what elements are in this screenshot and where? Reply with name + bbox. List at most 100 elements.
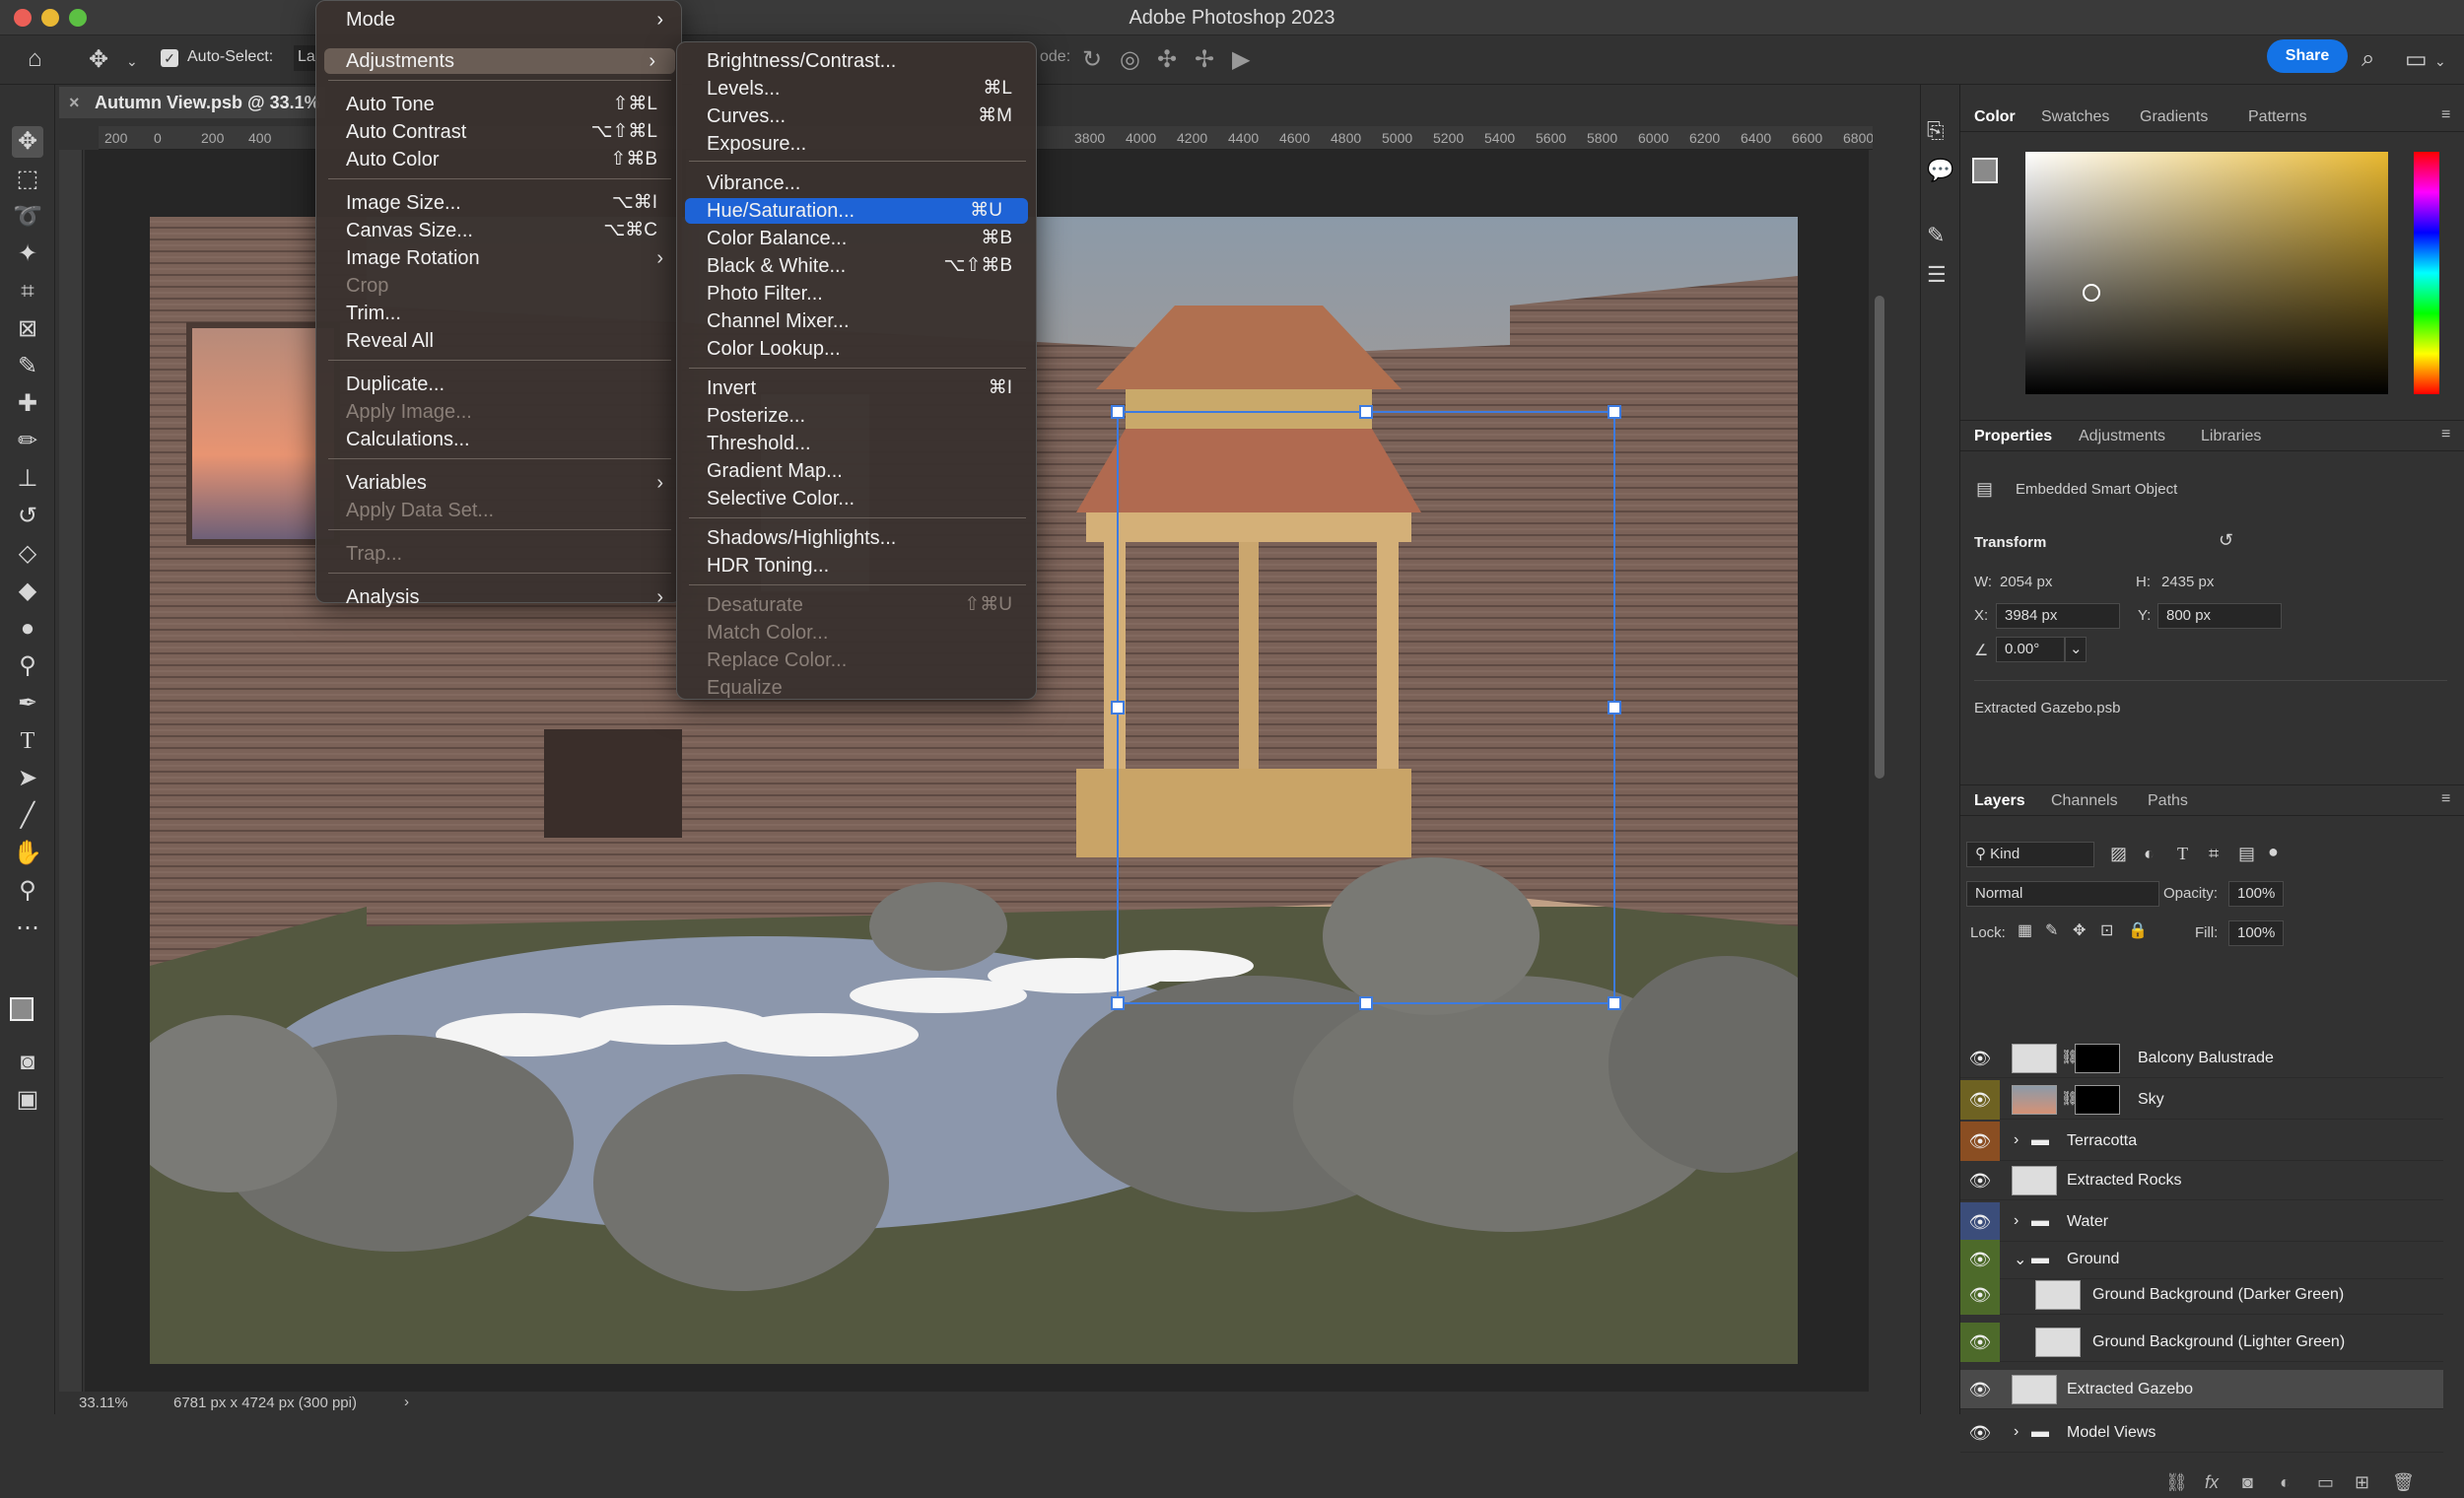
- layer-row[interactable]: 👁 › ▬ Terracotta: [1960, 1122, 2443, 1161]
- history-panel-icon[interactable]: ⎘: [1927, 118, 1945, 144]
- layer-style-icon[interactable]: fx: [2205, 1472, 2219, 1493]
- adjustment-filter-icon[interactable]: ◐: [2144, 844, 2155, 864]
- comments-panel-icon[interactable]: 💬: [1927, 158, 1953, 183]
- image-menu-item[interactable]: Reveal All: [316, 328, 683, 354]
- home-icon[interactable]: ⌂: [28, 45, 42, 73]
- vertical-scrollbar[interactable]: [1875, 296, 1884, 779]
- image-menu-item[interactable]: Trim...: [316, 301, 683, 326]
- smart-filter-icon[interactable]: ▤: [2238, 844, 2255, 864]
- angle-field[interactable]: 0.00°: [1996, 637, 2065, 662]
- eyedropper-tool-icon[interactable]: ✎: [12, 351, 43, 382]
- adjustments-menu-item[interactable]: Color Lookup...: [677, 336, 1038, 362]
- lock-all-icon[interactable]: 🔒: [2128, 920, 2148, 940]
- layer-thumbnail[interactable]: [2012, 1375, 2057, 1404]
- visibility-eye-icon[interactable]: 👁: [1960, 1323, 2000, 1362]
- layer-row[interactable]: 👁 › ▬ Model Views: [1960, 1413, 2443, 1453]
- tab-libraries[interactable]: Libraries: [2201, 428, 2261, 445]
- image-menu-item[interactable]: Duplicate...: [316, 372, 683, 397]
- move-tool-icon[interactable]: ✥: [12, 126, 43, 158]
- 3d-pan-icon[interactable]: ✣: [1157, 45, 1177, 74]
- blend-mode-dropdown[interactable]: Normal: [1966, 881, 2159, 907]
- type-filter-icon[interactable]: T: [2177, 844, 2188, 864]
- hue-slider[interactable]: [2414, 152, 2439, 394]
- layer-mask-thumbnail[interactable]: [2075, 1085, 2120, 1115]
- layer-row[interactable]: 👁 Ground Background (Darker Green): [1960, 1275, 2443, 1315]
- filter-toggle-icon[interactable]: ●: [2268, 842, 2279, 862]
- new-layer-icon[interactable]: ⊞: [2355, 1472, 2369, 1493]
- tab-channels[interactable]: Channels: [2051, 792, 2118, 810]
- hand-tool-icon[interactable]: ✋: [12, 838, 43, 869]
- layer-row[interactable]: 👁 ⛓ Balcony Balustrade: [1960, 1039, 2443, 1078]
- layer-row[interactable]: 👁 Extracted Gazebo: [1960, 1370, 2443, 1409]
- adjustments-menu-item[interactable]: Selective Color...: [677, 486, 1038, 511]
- tab-properties[interactable]: Properties: [1974, 428, 2052, 445]
- adjustments-menu-item[interactable]: Exposure...: [677, 131, 1038, 157]
- path-selection-tool-icon[interactable]: ➤: [12, 763, 43, 794]
- adjustments-menu-item[interactable]: Photo Filter...: [677, 281, 1038, 306]
- opacity-field[interactable]: 100%: [2228, 881, 2284, 907]
- lock-position-icon[interactable]: ✥: [2073, 920, 2086, 940]
- tab-swatches[interactable]: Swatches: [2041, 108, 2109, 126]
- pen-tool-icon[interactable]: ✒: [12, 688, 43, 719]
- layer-row[interactable]: 👁 ⛓ Sky: [1960, 1080, 2443, 1120]
- foreground-color-swatch[interactable]: [10, 997, 34, 1021]
- brush-settings-icon[interactable]: ✎: [1927, 223, 1945, 248]
- zoom-level[interactable]: 33.11%: [79, 1395, 128, 1411]
- group-expand-chevron-icon[interactable]: ›: [2014, 1212, 2019, 1230]
- image-menu-item[interactable]: Auto Color ⇧⌘B: [316, 147, 683, 172]
- healing-brush-tool-icon[interactable]: ✚: [12, 388, 43, 420]
- layer-row[interactable]: 👁 Ground Background (Lighter Green): [1960, 1323, 2443, 1362]
- visibility-eye-icon[interactable]: 👁: [1960, 1275, 2000, 1315]
- lock-transparent-icon[interactable]: ▦: [2018, 920, 2032, 940]
- layer-thumbnail[interactable]: [2012, 1166, 2057, 1195]
- group-expand-chevron-icon[interactable]: ›: [2014, 1423, 2019, 1441]
- line-tool-icon[interactable]: ╱: [12, 800, 43, 832]
- adjustments-menu-item[interactable]: Invert ⌘I: [677, 375, 1038, 401]
- fg-color-chip[interactable]: [1972, 158, 1998, 183]
- image-menu-item[interactable]: Canvas Size... ⌥⌘C: [316, 218, 683, 243]
- tab-layers[interactable]: Layers: [1974, 792, 2025, 810]
- visibility-eye-icon[interactable]: 👁: [1960, 1370, 2000, 1409]
- layer-thumbnail[interactable]: [2035, 1328, 2081, 1357]
- visibility-eye-icon[interactable]: 👁: [1960, 1161, 2000, 1200]
- adjustments-menu-item[interactable]: Gradient Map...: [677, 458, 1038, 484]
- search-icon[interactable]: ⌕: [2361, 45, 2374, 73]
- close-tab-icon[interactable]: ×: [69, 87, 80, 118]
- image-menu-item[interactable]: Image Size... ⌥⌘I: [316, 190, 683, 216]
- new-group-icon[interactable]: ▭: [2317, 1472, 2334, 1493]
- image-menu-item[interactable]: Auto Contrast ⌥⇧⌘L: [316, 119, 683, 145]
- crop-tool-icon[interactable]: ⌗: [12, 276, 43, 307]
- dodge-tool-icon[interactable]: ⚲: [12, 650, 43, 682]
- clone-stamp-tool-icon[interactable]: ⊥: [12, 463, 43, 495]
- 3d-slide-icon[interactable]: ✢: [1195, 45, 1214, 74]
- frame-tool-icon[interactable]: ⊠: [12, 313, 43, 345]
- panel-menu-icon[interactable]: ≡: [2441, 790, 2450, 808]
- lasso-tool-icon[interactable]: ➰: [12, 201, 43, 233]
- tab-adjustments[interactable]: Adjustments: [2079, 428, 2165, 445]
- color-picker-cursor[interactable]: [2083, 284, 2100, 302]
- layer-mask-thumbnail[interactable]: [2075, 1044, 2120, 1073]
- angle-dropdown-icon[interactable]: ⌄: [2065, 637, 2087, 662]
- visibility-eye-icon[interactable]: 👁: [1960, 1039, 2000, 1078]
- adjustments-menu-item[interactable]: Threshold...: [677, 431, 1038, 456]
- status-chevron-icon[interactable]: ›: [404, 1394, 409, 1410]
- lock-artboard-icon[interactable]: ⊡: [2100, 920, 2113, 940]
- adjustments-menu-item[interactable]: Black & White... ⌥⇧⌘B: [677, 253, 1038, 279]
- link-layers-icon[interactable]: ⛓: [2165, 1472, 2188, 1493]
- image-menu-item[interactable]: Variables ›: [316, 470, 683, 496]
- visibility-eye-icon[interactable]: 👁: [1960, 1080, 2000, 1120]
- layer-row[interactable]: 👁 Extracted Rocks: [1960, 1161, 2443, 1200]
- visibility-eye-icon[interactable]: 👁: [1960, 1202, 2000, 1242]
- trash-icon[interactable]: 🗑: [2392, 1472, 2415, 1493]
- type-tool-icon[interactable]: T: [12, 725, 43, 757]
- magic-wand-tool-icon[interactable]: ✦: [12, 238, 43, 270]
- group-expand-chevron-icon[interactable]: ›: [2014, 1131, 2019, 1149]
- layer-row[interactable]: 👁 ⌄ ▬ Ground: [1960, 1240, 2443, 1279]
- tab-gradients[interactable]: Gradients: [2140, 108, 2208, 126]
- pixel-filter-icon[interactable]: ▨: [2110, 844, 2127, 864]
- 3d-camera-icon[interactable]: ▶: [1232, 45, 1250, 74]
- adjustments-panel-icon[interactable]: ☰: [1927, 262, 1947, 288]
- fill-field[interactable]: 100%: [2228, 920, 2284, 946]
- adjustments-menu-item[interactable]: Brightness/Contrast...: [677, 48, 1038, 74]
- adjustments-menu-item[interactable]: HDR Toning...: [677, 553, 1038, 579]
